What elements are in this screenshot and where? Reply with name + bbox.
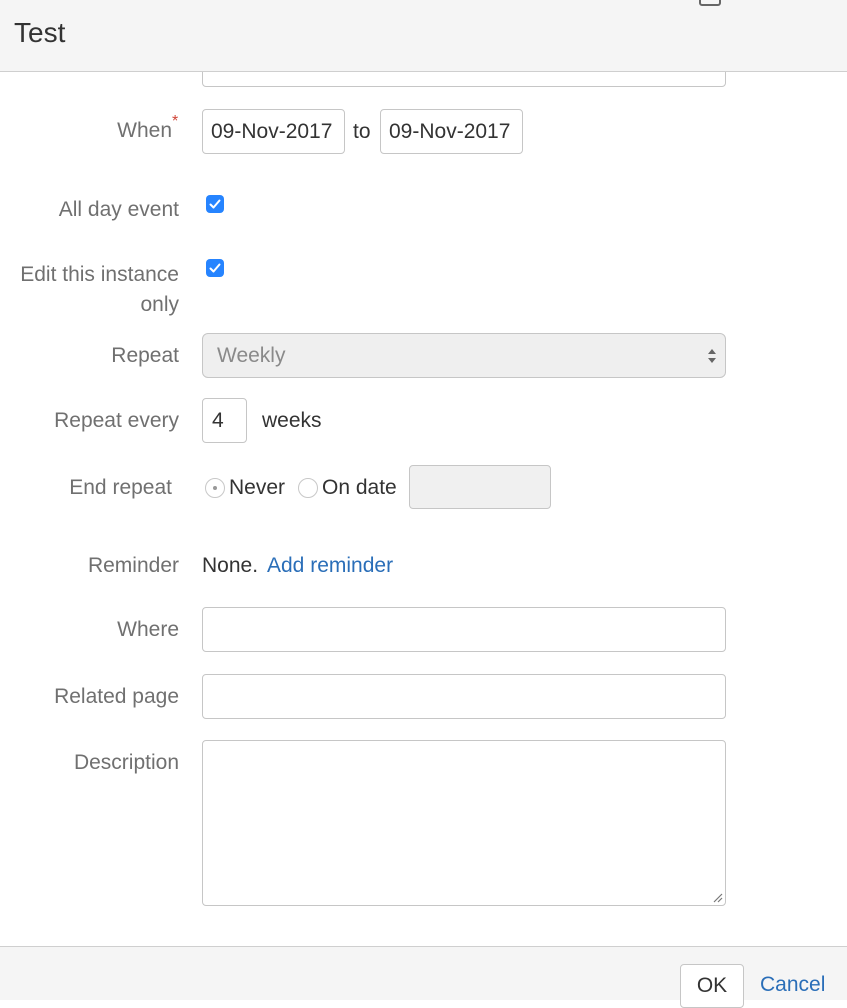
repeat-label: Repeat xyxy=(111,344,179,367)
edit-instance-label-line2: only xyxy=(140,293,179,316)
all-day-label: All day event xyxy=(58,198,179,221)
repeat-unit: weeks xyxy=(262,409,322,432)
cancel-link[interactable]: Cancel xyxy=(760,973,825,997)
dialog-body[interactable]: When * 09-Nov-2017 to 09-Nov-2017 All da… xyxy=(0,72,847,946)
description-textarea[interactable] xyxy=(202,740,726,906)
dialog-footer: OK Cancel xyxy=(0,946,847,1008)
where-input[interactable] xyxy=(202,607,726,652)
all-day-checkbox[interactable] xyxy=(206,195,224,213)
end-repeat-date-input xyxy=(409,465,551,509)
repeat-interval-input[interactable]: 4 xyxy=(202,398,247,443)
required-star: * xyxy=(172,113,179,130)
end-repeat-never-radio[interactable] xyxy=(205,478,225,498)
reminder-label: Reminder xyxy=(87,554,179,577)
help-panel-icon[interactable] xyxy=(699,0,721,6)
description-label: Description xyxy=(73,751,179,774)
end-date-input[interactable]: 09-Nov-2017 xyxy=(380,109,523,154)
repeat-select-value: Weekly xyxy=(217,344,286,367)
end-repeat-on-date-label[interactable]: On date xyxy=(322,472,397,503)
where-label: Where xyxy=(117,618,179,641)
end-repeat-on-date-radio[interactable] xyxy=(298,478,318,498)
reminder-value: None. xyxy=(202,554,259,577)
date-range-separator: to xyxy=(353,120,371,143)
resize-grip-icon[interactable] xyxy=(711,891,723,903)
related-page-input[interactable] xyxy=(202,674,726,719)
ok-button[interactable]: OK xyxy=(680,964,744,1008)
end-repeat-never-label[interactable]: Never xyxy=(229,472,285,503)
related-page-label: Related page xyxy=(54,685,179,708)
repeat-every-label: Repeat every xyxy=(54,409,179,432)
repeat-select[interactable]: Weekly xyxy=(202,333,726,378)
end-repeat-label: End repeat xyxy=(69,476,172,499)
title-input[interactable] xyxy=(202,72,726,87)
dialog-header: Test xyxy=(0,0,847,72)
select-arrows-icon xyxy=(708,349,716,363)
start-date-input[interactable]: 09-Nov-2017 xyxy=(202,109,345,154)
edit-instance-label-line1: Edit this instance xyxy=(20,263,179,286)
add-reminder-link[interactable]: Add reminder xyxy=(267,550,393,581)
dialog-title: Test xyxy=(14,17,66,48)
when-label: When xyxy=(117,119,172,142)
edit-instance-checkbox[interactable] xyxy=(206,259,224,277)
